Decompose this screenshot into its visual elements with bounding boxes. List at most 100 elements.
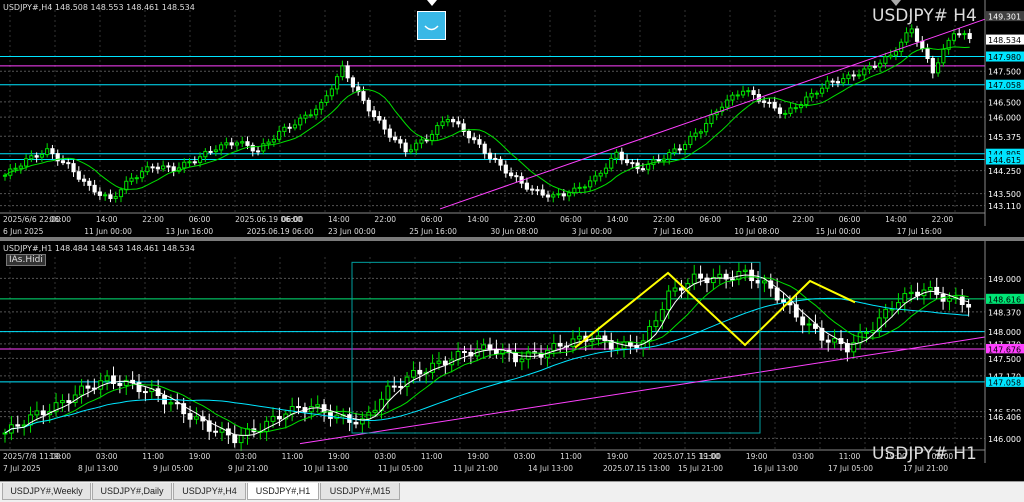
- moving-average-line: [4, 297, 969, 434]
- candle-body: [698, 131, 703, 134]
- h4-chart-pane[interactable]: 149.301 148.534 147.980 147.500 147.058 146.5…: [0, 0, 1024, 237]
- candle-body: [535, 189, 540, 192]
- candle-body: [730, 278, 735, 281]
- candle-body: [371, 110, 377, 118]
- h1-chart-pane[interactable]: 149.000148.616148.370148.000147.770147.6…: [0, 241, 1024, 479]
- candle-body: [87, 180, 92, 186]
- candle-body: [296, 406, 301, 409]
- h1-info-bar: USDJPY#,H1 148.484 148.543 148.461 148.5…: [3, 244, 195, 253]
- candle-body: [192, 161, 197, 164]
- candle-body: [899, 41, 904, 52]
- candle-body: [844, 343, 850, 353]
- candle-body: [936, 62, 941, 74]
- candle-body: [187, 161, 192, 164]
- candle-body: [150, 166, 155, 169]
- candle-body: [419, 139, 424, 144]
- moving-average-line: [4, 276, 969, 434]
- time-label: 06:00: [282, 215, 304, 224]
- candle-body: [108, 194, 113, 199]
- candle-body: [514, 175, 519, 178]
- candle-body: [503, 164, 508, 174]
- candle-body: [24, 158, 29, 167]
- candle-body: [772, 101, 777, 109]
- candle-body: [857, 332, 863, 344]
- candle-body: [832, 338, 838, 343]
- candle-body: [661, 158, 667, 162]
- candle-body: [18, 165, 23, 169]
- candle-body: [270, 415, 276, 422]
- candle-body: [71, 163, 76, 173]
- time-label: 2025.06.19 06:00: [247, 227, 314, 236]
- candle-body: [947, 298, 952, 302]
- candle-body: [672, 287, 678, 292]
- candle-body: [118, 189, 124, 198]
- candle-body: [377, 116, 382, 121]
- time-label: 06:00: [189, 215, 211, 224]
- candle-body: [76, 171, 81, 180]
- candle-body: [462, 351, 467, 354]
- time-label: 19:00: [607, 452, 629, 461]
- candle-body: [927, 286, 933, 291]
- expert-advisor-smiley-icon[interactable]: [417, 11, 446, 40]
- candle-body: [366, 411, 372, 420]
- candle-body: [287, 126, 292, 129]
- tab-h4[interactable]: USDJPY#,H4: [173, 483, 246, 500]
- scroll-marker-icon[interactable]: [891, 0, 901, 6]
- candle-body: [440, 121, 445, 127]
- time-label: 15 Jul 21:00: [678, 464, 723, 473]
- candle-body: [435, 125, 440, 135]
- candle-body: [229, 142, 234, 146]
- candle-body: [398, 385, 404, 388]
- candle-body: [966, 303, 972, 308]
- candle-body: [2, 432, 8, 435]
- candle-body: [856, 74, 862, 77]
- candle-body: [213, 149, 218, 153]
- shift-marker-icon[interactable]: [427, 0, 437, 6]
- candle-body: [387, 128, 392, 138]
- candle-body: [867, 65, 872, 70]
- candle-body: [289, 406, 295, 415]
- candle-body: [277, 130, 282, 140]
- price-label: 148.534: [988, 36, 1021, 45]
- time-label: 23 Jun 00:00: [328, 227, 376, 236]
- time-label: 14:00: [885, 215, 907, 224]
- candle-body: [264, 420, 270, 432]
- candle-body: [417, 369, 423, 375]
- candle-body: [34, 410, 40, 416]
- candle-body: [751, 90, 756, 96]
- candle-body: [393, 136, 398, 141]
- h1-chart-canvas[interactable]: 149.000148.616148.370148.000147.770147.6…: [0, 241, 1024, 479]
- time-label: 22:00: [653, 215, 675, 224]
- candle-body: [551, 194, 556, 198]
- candle-body: [382, 119, 387, 130]
- candle-body: [666, 290, 672, 310]
- tab-daily[interactable]: USDJPY#,Daily: [92, 483, 172, 500]
- candle-body: [79, 385, 84, 396]
- candle-body: [781, 299, 786, 303]
- candle-body: [704, 122, 709, 133]
- tab-m15[interactable]: USDJPY#,M15: [320, 483, 400, 500]
- h4-chart-canvas[interactable]: 149.301 148.534 147.980 147.500 147.058 146.5…: [0, 0, 1024, 237]
- candle-body: [345, 65, 350, 79]
- candle-body: [224, 142, 229, 146]
- candle-body: [846, 74, 851, 80]
- candle-body: [203, 150, 208, 158]
- time-label: 11:00: [142, 452, 164, 461]
- candle-body: [717, 273, 723, 278]
- tab-weekly[interactable]: USDJPY#,Weekly: [2, 483, 91, 500]
- candle-body: [589, 339, 595, 342]
- h4-info-bar: USDJPY#,H4 148.508 148.553 148.461 148.5…: [3, 3, 195, 12]
- time-label: 22:00: [142, 215, 164, 224]
- candle-body: [551, 342, 557, 351]
- candle-body: [308, 406, 314, 413]
- candle-body: [2, 174, 8, 177]
- indicator-label: IAs.Hidi: [6, 254, 46, 266]
- tab-h1[interactable]: USDJPY#,H1: [247, 483, 319, 500]
- time-label: 22:00: [932, 215, 954, 224]
- candle-body: [862, 68, 867, 76]
- time-label: 14:00: [328, 215, 350, 224]
- candle-body: [398, 139, 403, 144]
- candle-body: [335, 76, 340, 90]
- price-label: 147.058: [988, 378, 1021, 387]
- time-label: 11 Jul 21:00: [453, 464, 498, 473]
